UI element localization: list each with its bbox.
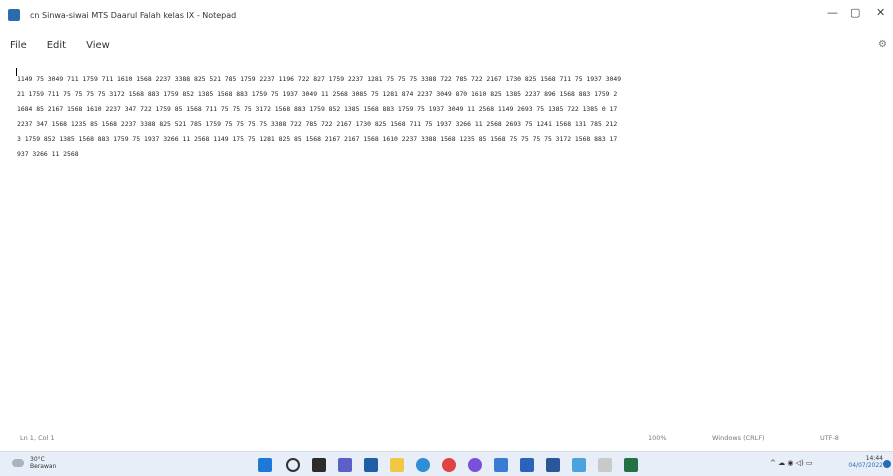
maximize-button[interactable]: ▢: [850, 6, 860, 19]
store-icon[interactable]: [390, 458, 404, 472]
canva-icon[interactable]: [468, 458, 482, 472]
task-view-icon[interactable]: [312, 458, 326, 472]
editor-line: 937 3266 11 2568: [17, 149, 79, 158]
menu-file[interactable]: File: [10, 40, 27, 51]
close-button[interactable]: ✕: [876, 6, 885, 19]
weather-widget[interactable]: 30°C Berawan: [30, 456, 56, 470]
chat-icon[interactable]: [338, 458, 352, 472]
encoding: UTF-8: [820, 434, 839, 442]
taskbar: 30°C Berawan ^ ☁ ◉ ◁) ▭ 14:44 04/07/2022: [0, 451, 893, 476]
menu-edit[interactable]: Edit: [47, 40, 66, 51]
text-editor[interactable]: 1149 75 3049 711 1759 711 1610 1568 2237…: [0, 62, 893, 428]
notification-icon[interactable]: [883, 460, 891, 468]
system-tray-icons[interactable]: ^ ☁ ◉ ◁) ▭: [770, 459, 813, 467]
edge-icon[interactable]: [416, 458, 430, 472]
editor-line: 1149 75 3049 711 1759 711 1610 1568 2237…: [17, 74, 622, 83]
weather-icon[interactable]: [12, 459, 24, 467]
notepad-app-icon: [8, 9, 20, 21]
photos-icon[interactable]: [494, 458, 508, 472]
status-bar: Ln 1, Col 1 100% Windows (CRLF) UTF-8: [0, 431, 893, 445]
notepad-icon[interactable]: [572, 458, 586, 472]
editor-line: 3 1759 852 1385 1568 883 1759 75 1937 32…: [17, 134, 618, 143]
editor-line: 2237 347 1568 1235 85 1568 2237 3388 825…: [17, 119, 618, 128]
word-icon[interactable]: [546, 458, 560, 472]
editor-line: 1684 85 2167 1568 1610 2237 347 722 1759…: [17, 104, 618, 113]
word-2-icon[interactable]: [598, 458, 612, 472]
line-ending: Windows (CRLF): [712, 434, 765, 442]
clock-date: 04/07/2022: [848, 462, 883, 469]
security-icon[interactable]: [520, 458, 534, 472]
weather-temp: 30°C: [30, 456, 45, 463]
windows-start-icon[interactable]: [258, 458, 272, 472]
menu-view[interactable]: View: [86, 40, 110, 51]
clock[interactable]: 14:44 04/07/2022: [848, 455, 883, 469]
excel-icon[interactable]: [624, 458, 638, 472]
file-explorer-icon[interactable]: [364, 458, 378, 472]
title-bar: cn Sinwa-siwai MTS Daarul Falah kelas IX…: [0, 0, 893, 30]
clock-time: 14:44: [865, 455, 883, 462]
minimize-button[interactable]: —: [827, 6, 838, 19]
menu-bar: File Edit View: [0, 34, 893, 56]
zoom-level: 100%: [648, 434, 667, 442]
weather-desc: Berawan: [30, 463, 57, 470]
editor-line: 21 1759 711 75 75 75 75 3172 1568 883 17…: [17, 89, 618, 98]
search-icon[interactable]: [286, 458, 300, 472]
gear-icon[interactable]: ⚙: [878, 39, 887, 50]
editor-content[interactable]: 1149 75 3049 711 1759 711 1610 1568 2237…: [17, 68, 890, 173]
cursor-position: Ln 1, Col 1: [20, 434, 55, 442]
window-title: cn Sinwa-siwai MTS Daarul Falah kelas IX…: [30, 10, 237, 20]
chrome-icon[interactable]: [442, 458, 456, 472]
